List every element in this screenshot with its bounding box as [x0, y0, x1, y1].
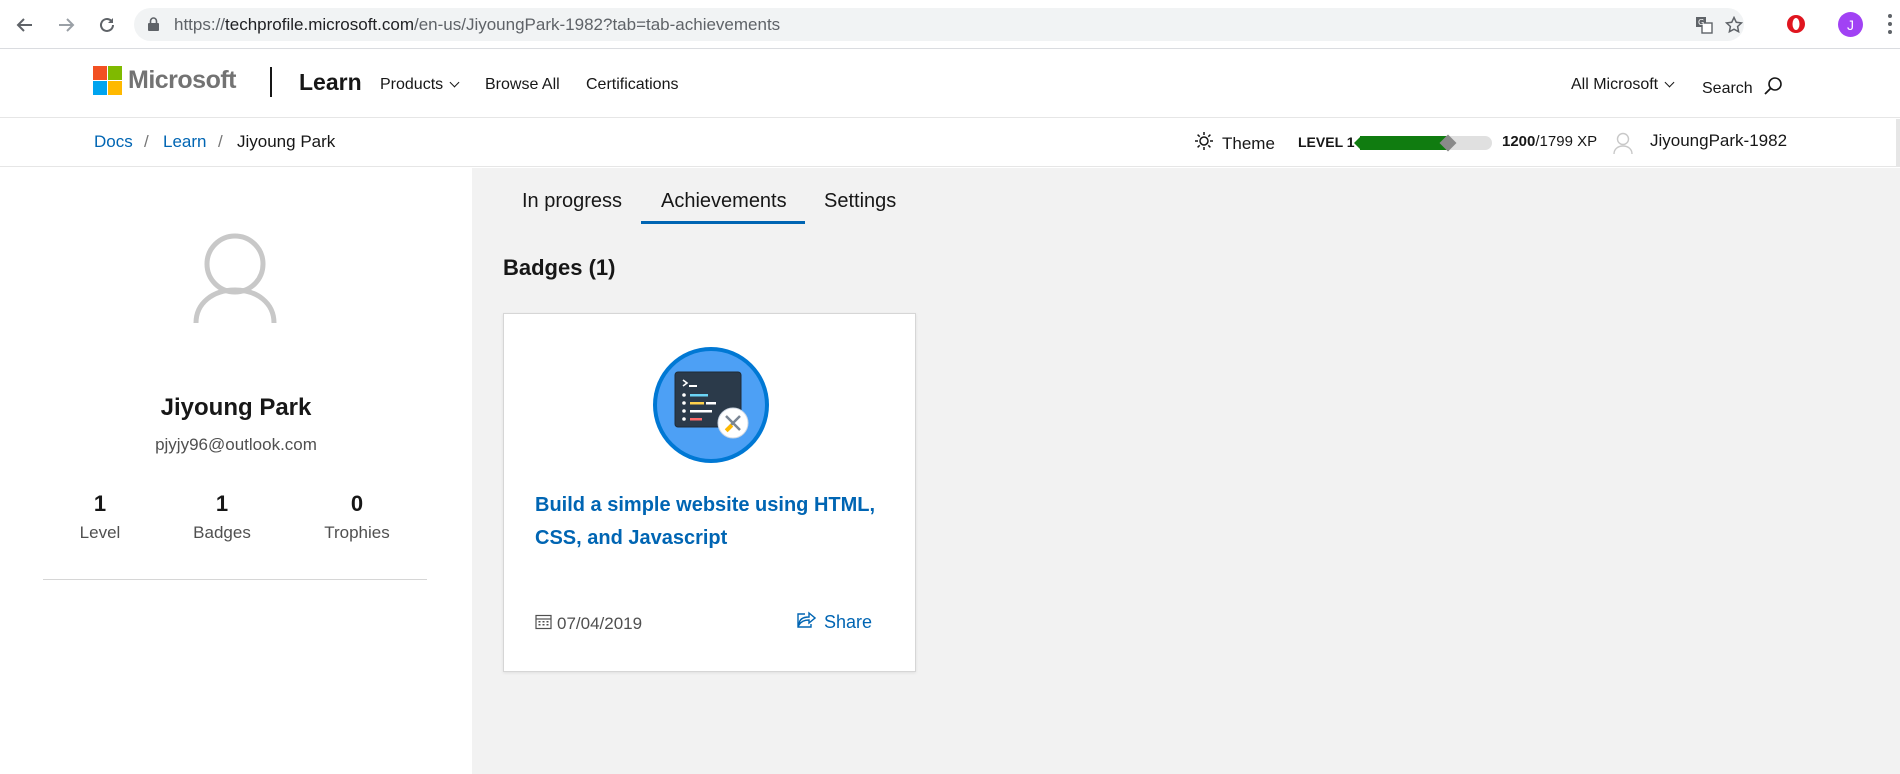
- badge-card: Build a simple website using HTML, CSS, …: [503, 313, 916, 672]
- stat-label: Level: [79, 523, 121, 542]
- all-microsoft-label: All Microsoft: [1571, 76, 1659, 93]
- tab-achievements[interactable]: Achievements: [661, 190, 787, 213]
- profile-email: pjyjy96@outlook.com: [155, 435, 317, 454]
- tab-in-progress[interactable]: In progress: [522, 190, 622, 213]
- active-tab-indicator: [641, 221, 805, 224]
- tab-settings[interactable]: Settings: [824, 190, 896, 213]
- chevron-down-icon: [449, 77, 460, 88]
- site-header: Microsoft Learn Products Browse All Cert…: [0, 50, 1900, 118]
- theme-label: Theme: [1222, 133, 1275, 153]
- products-menu[interactable]: Products: [380, 76, 460, 94]
- search-label: Search: [1702, 80, 1753, 97]
- microsoft-wordmark[interactable]: Microsoft: [128, 66, 237, 95]
- search-button[interactable]: Search: [1702, 76, 1783, 101]
- level-label: LEVEL 1: [1298, 134, 1355, 150]
- all-microsoft-menu[interactable]: All Microsoft: [1571, 76, 1675, 94]
- microsoft-logo-icon[interactable]: [93, 66, 122, 95]
- browse-all-link[interactable]: Browse All: [485, 76, 560, 94]
- browser-menu-icon[interactable]: [1887, 14, 1893, 36]
- xp-total: /1799 XP: [1535, 133, 1598, 150]
- breadcrumb-bar: Docs / Learn / Jiyoung Park Theme LEVEL …: [0, 119, 1900, 167]
- browser-profile-avatar[interactable]: J: [1838, 12, 1863, 37]
- stat-value: 0: [350, 491, 364, 516]
- badge-title-link[interactable]: Build a simple website using HTML, CSS, …: [535, 489, 885, 555]
- badge-date: 07/04/2019: [535, 613, 642, 635]
- lock-icon: [148, 17, 159, 36]
- xp-current: 1200: [1502, 133, 1536, 150]
- xp-progress-bar: [1354, 134, 1492, 152]
- address-bar[interactable]: https://techprofile.microsoft.com/en-us/…: [134, 8, 1744, 41]
- url-text: https://techprofile.microsoft.com/en-us/…: [174, 15, 781, 34]
- share-label: Share: [824, 612, 873, 632]
- breadcrumb-learn[interactable]: Learn: [163, 132, 206, 152]
- stat-value: 1: [215, 491, 229, 516]
- stat-label: Badges: [193, 523, 251, 542]
- products-label: Products: [380, 76, 444, 93]
- stat-level: 1 Level: [40, 491, 160, 543]
- share-icon: [796, 611, 817, 634]
- badge-date-text: 07/04/2019: [557, 614, 643, 633]
- badges-heading: Badges (1): [503, 255, 616, 280]
- main-content: In progress Achievements Settings Badges…: [472, 168, 1900, 774]
- breadcrumb-separator: /: [218, 132, 223, 151]
- stat-badges: 1 Badges: [162, 491, 282, 543]
- breadcrumb-current: Jiyoung Park: [237, 132, 336, 151]
- breadcrumb-separator: /: [144, 132, 149, 151]
- scrollbar-edge: [1896, 119, 1900, 167]
- share-button[interactable]: Share: [796, 611, 872, 634]
- translate-icon[interactable]: G: [1694, 15, 1714, 35]
- calendar-icon: [535, 613, 552, 635]
- certifications-link[interactable]: Certifications: [586, 76, 678, 94]
- breadcrumb-docs[interactable]: Docs: [94, 132, 133, 152]
- stat-value: 1: [93, 491, 107, 516]
- svg-text:G: G: [1698, 18, 1704, 27]
- sun-icon: [1194, 131, 1214, 156]
- search-icon: [1763, 76, 1783, 101]
- reload-icon[interactable]: [94, 12, 120, 38]
- stat-label: Trophies: [324, 523, 390, 542]
- username-link[interactable]: JiyoungPark-1982: [1650, 131, 1787, 151]
- opera-extension-icon[interactable]: [1786, 14, 1806, 39]
- profile-panel: Jiyoung Park pjyjy96@outlook.com 1 Level…: [0, 168, 472, 774]
- profile-name: Jiyoung Park: [160, 394, 312, 421]
- bookmark-star-icon[interactable]: [1724, 15, 1744, 35]
- avatar: [190, 230, 280, 330]
- stat-trophies: 0 Trophies: [297, 491, 417, 543]
- xp-text: 1200/1799 XP: [1502, 133, 1597, 150]
- back-arrow-icon[interactable]: [12, 12, 38, 38]
- learn-brand-link[interactable]: Learn: [299, 69, 362, 96]
- forward-arrow-icon[interactable]: [53, 12, 79, 38]
- user-icon: [1612, 131, 1634, 160]
- browser-toolbar: https://techprofile.microsoft.com/en-us/…: [0, 0, 1900, 49]
- theme-button[interactable]: Theme: [1194, 131, 1275, 156]
- profile-divider: [43, 579, 427, 580]
- chevron-down-icon: [1664, 77, 1675, 88]
- code-editor-badge-icon: [651, 345, 771, 465]
- header-divider: [270, 67, 272, 97]
- xp-fill: [1360, 136, 1448, 150]
